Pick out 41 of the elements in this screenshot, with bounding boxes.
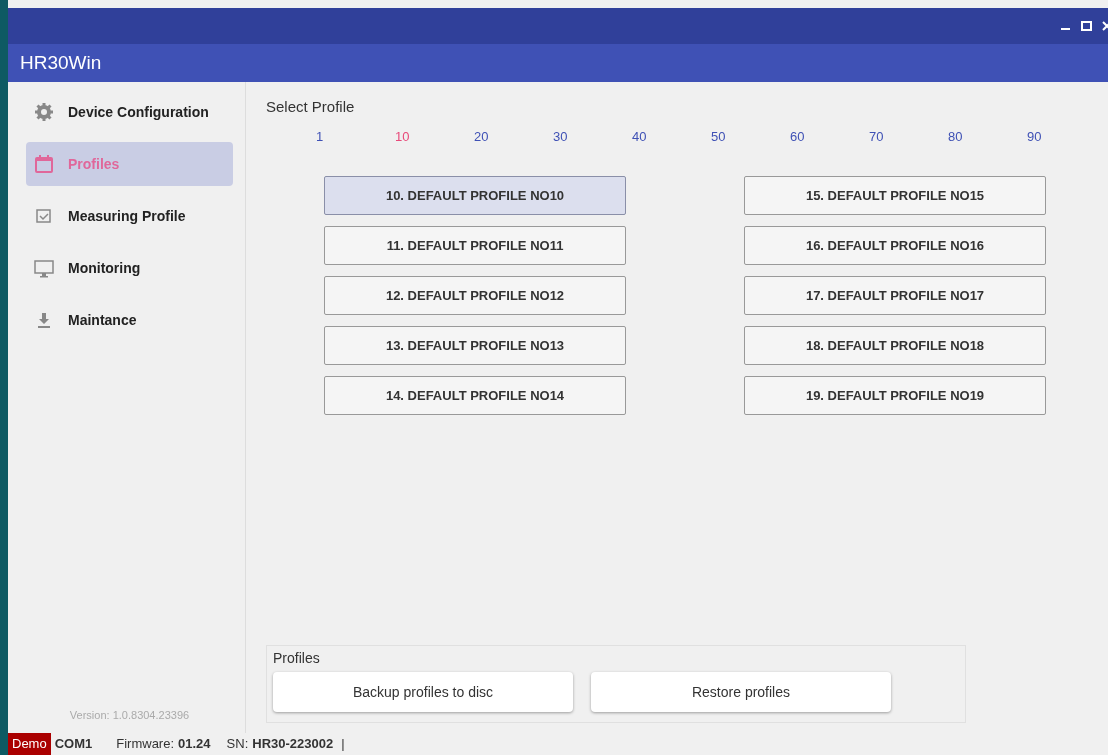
profile-button[interactable]: 11. DEFAULT PROFILE NO11 [324,226,626,265]
profile-button[interactable]: 14. DEFAULT PROFILE NO14 [324,376,626,415]
firmware-value: 01.24 [178,735,211,754]
calendar-icon [34,154,54,174]
section-title: Select Profile [266,97,356,117]
profile-button[interactable]: 15. DEFAULT PROFILE NO15 [744,176,1046,215]
monitor-icon [34,258,54,278]
sidebar-item[interactable]: Monitoring [26,246,233,290]
profile-button[interactable]: 10. DEFAULT PROFILE NO10 [324,176,626,215]
action-button[interactable]: Backup profiles to disc [273,672,573,712]
profile-button[interactable]: 12. DEFAULT PROFILE NO12 [324,276,626,315]
separator-text: | [341,735,345,754]
profile-button[interactable]: 19. DEFAULT PROFILE NO19 [744,376,1046,415]
range-link[interactable]: 50 [711,126,790,146]
sn-label: SN: [226,735,249,754]
action-button[interactable]: Restore profiles [591,672,891,712]
checkbox-icon [34,206,54,226]
range-link[interactable]: 1 [316,126,395,146]
profile-button[interactable]: 18. DEFAULT PROFILE NO18 [744,326,1046,365]
range-link[interactable]: 60 [790,126,869,146]
close-icon[interactable] [1102,21,1108,31]
profile-button[interactable]: 17. DEFAULT PROFILE NO17 [744,276,1046,315]
app-title: HR30Win [20,50,102,75]
sidebar-item[interactable]: Device Configuration [26,90,233,134]
range-link[interactable]: 40 [632,126,711,146]
profile-button[interactable]: 13. DEFAULT PROFILE NO13 [324,326,626,365]
range-link[interactable]: 90 [1027,126,1106,146]
range-link[interactable]: 20 [474,126,553,146]
sn-value: HR30-223002 [252,735,334,754]
maximize-icon[interactable] [1081,21,1092,31]
settings-icon [34,102,54,122]
sidebar-item[interactable]: Measuring Profile [26,194,233,238]
version-text: Version: 1.0.8304.23396 [68,707,191,723]
mode-badge: Demo [8,733,51,755]
port-text: COM1 [54,735,93,754]
sidebar-item[interactable]: Maintance [26,298,233,342]
range-link[interactable]: 70 [869,126,948,146]
profile-button[interactable]: 16. DEFAULT PROFILE NO16 [744,226,1046,265]
range-link[interactable]: 30 [553,126,632,146]
firmware-label: Firmware: [116,735,175,754]
range-link[interactable]: 80 [948,126,1027,146]
